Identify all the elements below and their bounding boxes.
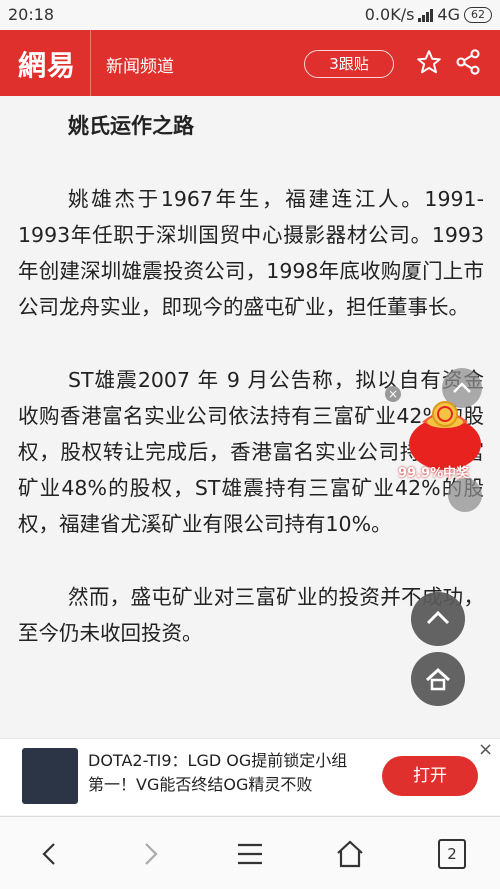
home-icon[interactable]	[333, 837, 367, 871]
channel-title: 新闻频道	[106, 57, 174, 77]
status-bar: 20:18 0.0K/s 4G 62	[0, 0, 500, 30]
promo-close-button[interactable]: ×	[385, 386, 401, 402]
battery-icon: 62	[464, 6, 492, 23]
back-icon[interactable]	[33, 837, 67, 871]
ad-banner[interactable]: DOTA2-TI9：LGD OG提前锁定小组第一！VG能否终结OG精灵不败 打开…	[0, 738, 500, 815]
signal-icon	[418, 8, 434, 22]
forward-icon[interactable]	[133, 837, 167, 871]
battery-level: 62	[471, 7, 485, 21]
ad-open-button[interactable]: 打开	[382, 756, 478, 796]
article-paragraph: 姚雄杰于1967年生，福建连江人。1991-1993年任职于深圳国贸中心摄影器材…	[18, 187, 484, 319]
scroll-to-top-icon[interactable]	[411, 592, 465, 646]
scroll-handle-icon[interactable]	[448, 478, 482, 512]
netease-logo[interactable]: 網易	[18, 44, 76, 84]
ad-thumbnail	[22, 748, 78, 804]
tabs-button[interactable]: 2	[438, 839, 466, 869]
clock: 20:18	[8, 5, 55, 24]
share-icon[interactable]	[454, 48, 482, 76]
app-header: 網易 新闻频道 3跟贴	[0, 30, 500, 96]
favorite-star-icon[interactable]	[416, 48, 442, 76]
menu-icon[interactable]	[233, 837, 267, 871]
network-speed: 0.0K/s	[364, 5, 415, 24]
status-icons: 0.0K/s 4G 62	[365, 5, 492, 24]
red-envelope-icon	[409, 401, 481, 470]
section-heading: 姚氏运作之路	[68, 114, 194, 138]
ad-text: DOTA2-TI9：LGD OG提前锁定小组第一！VG能否终结OG精灵不败	[88, 751, 348, 794]
browser-nav-bar: 2	[0, 816, 500, 889]
ad-close-icon[interactable]: ×	[478, 739, 493, 760]
comments-button[interactable]: 3跟贴	[304, 50, 394, 78]
home-shortcut-icon[interactable]	[411, 652, 465, 706]
header-divider	[90, 30, 91, 96]
network-type: 4G	[437, 5, 460, 24]
